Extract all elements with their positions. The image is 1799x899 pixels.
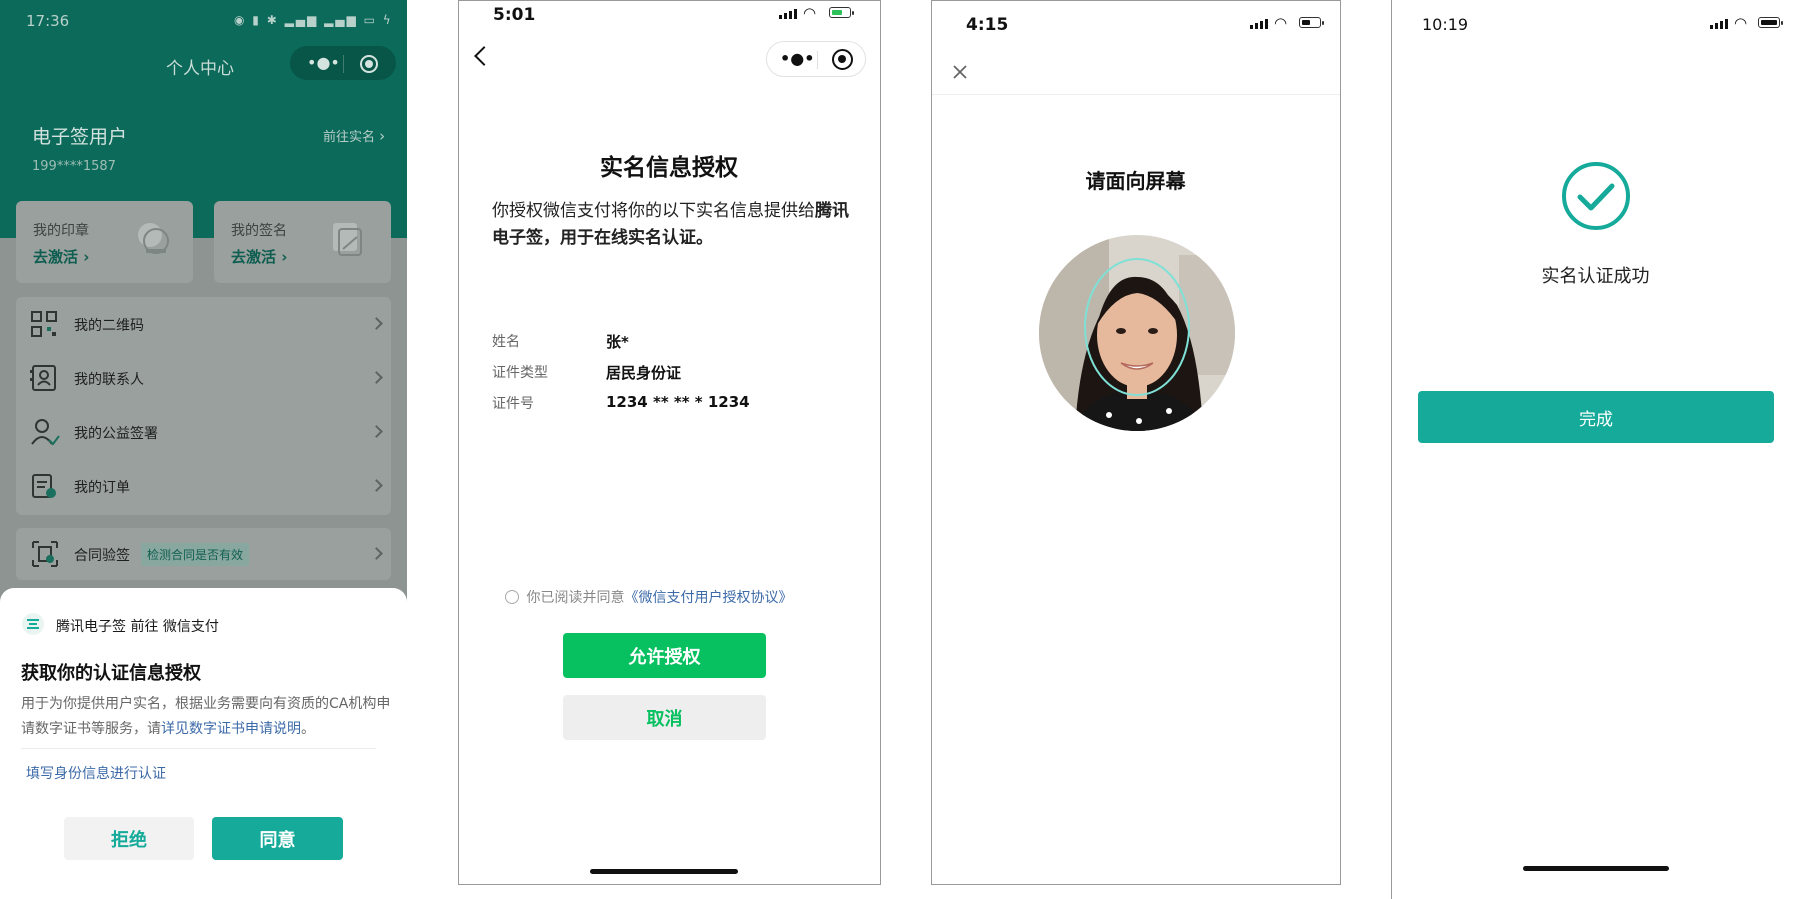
wifi-icon: ◠: [1274, 14, 1288, 32]
menu-item-orders[interactable]: 我的订单: [16, 459, 391, 513]
cert-info-link[interactable]: 详见数字证书申请说明: [161, 721, 301, 737]
screen-verify-success: 10:19 ◠ 实名认证成功 完成: [1391, 0, 1799, 899]
divider: [817, 51, 818, 69]
home-indicator: [590, 869, 738, 874]
allow-auth-button[interactable]: 允许授权: [563, 633, 766, 678]
divider: [932, 94, 1340, 95]
wifi-icon: ◠: [1734, 14, 1748, 32]
field-value: 1234 ** ** * 1234: [606, 393, 750, 411]
menu-item-qrcode[interactable]: 我的二维码: [16, 297, 391, 351]
menu-label: 我的二维码: [74, 318, 144, 334]
field-label: 证件号: [492, 396, 534, 412]
agree-button[interactable]: 同意: [212, 817, 343, 860]
chevron-right-icon: [370, 547, 383, 560]
field-label: 姓名: [492, 334, 520, 350]
status-time: 17:36: [26, 12, 70, 30]
more-icon[interactable]: •●•: [307, 53, 340, 72]
home-indicator: [1523, 866, 1669, 871]
wifi-icon: ◠: [803, 4, 817, 22]
signature-icon: [333, 223, 362, 256]
status-icons: ◉ ▮ ✱ ▂▄▆ ▂▄▆ ▭ ϟ: [234, 13, 393, 27]
battery-icon: [829, 7, 854, 18]
go-verify-link[interactable]: 前往实名 ›: [323, 126, 385, 145]
status-time: 5:01: [493, 5, 536, 25]
charity-sign-icon: [31, 419, 60, 446]
qrcode-icon: [31, 311, 57, 337]
menu-list: 我的二维码 我的联系人 我的公益签署 我的订单: [16, 297, 391, 515]
manual-verify-link[interactable]: 填写身份信息进行认证: [26, 763, 166, 783]
agreement-link[interactable]: 《微信支付用户授权协议》: [624, 590, 792, 606]
chevron-right-icon: [370, 317, 383, 330]
user-phone: 199****1587: [32, 159, 116, 174]
menu-item-contacts[interactable]: 我的联系人: [16, 351, 391, 405]
miniapp-capsule[interactable]: •●•: [290, 46, 396, 80]
contract-check-label: 合同验签: [74, 548, 130, 564]
field-value: 居民身份证: [606, 364, 682, 382]
menu-label: 我的联系人: [74, 372, 144, 388]
check-icon: [1562, 162, 1630, 230]
screen-personal-center: 17:36 ◉ ▮ ✱ ▂▄▆ ▂▄▆ ▭ ϟ 个人中心 •●• 电子签用户 前…: [0, 0, 407, 899]
contract-check-tag: 检测合同是否有效: [141, 543, 250, 566]
cancel-button[interactable]: 取消: [563, 695, 766, 740]
menu-label: 我的公益签署: [74, 426, 158, 442]
screen-face-verify: 4:15 ◠ 请面向屏幕: [931, 0, 1341, 885]
status-bar: 4:15 ◠: [932, 1, 1340, 45]
auth-bottom-sheet: 腾讯电子签 前往 微信支付 获取你的认证信息授权 用于为你提供用户实名，根据业务…: [0, 588, 407, 899]
agreement-row: 你已阅读并同意《微信支付用户授权协议》: [505, 587, 792, 607]
more-icon[interactable]: •●•: [780, 49, 814, 68]
success-text: 实名认证成功: [1541, 266, 1650, 287]
tencent-esign-logo-icon: [22, 613, 44, 635]
face-camera-view: [1039, 235, 1235, 431]
signal-icon: [779, 9, 797, 19]
face-prompt: 请面向屏幕: [1085, 169, 1186, 193]
contacts-icon: [30, 365, 56, 391]
agree-checkbox[interactable]: [505, 590, 519, 604]
close-miniapp-icon[interactable]: [832, 49, 853, 70]
order-icon: [32, 474, 56, 498]
status-bar: 17:36 ◉ ▮ ✱ ▂▄▆ ▂▄▆ ▭ ϟ: [0, 0, 407, 44]
close-miniapp-icon[interactable]: [360, 55, 378, 73]
sheet-app-line: 腾讯电子签 前往 微信支付: [56, 619, 219, 635]
chevron-right-icon: ›: [379, 127, 386, 145]
sheet-description: 用于为你提供用户实名，根据业务需要向有资质的CA机构申请数字证书等服务，请详见数…: [21, 696, 391, 737]
back-icon[interactable]: [474, 46, 494, 66]
signal-icon: [1250, 19, 1268, 29]
auth-description: 你授权微信支付将你的以下实名信息提供给腾讯电子签，用于在线实名认证。: [492, 201, 849, 248]
chevron-right-icon: [370, 479, 383, 492]
close-icon[interactable]: [952, 64, 968, 80]
card-title: 我的印章: [33, 223, 89, 239]
field-label: 证件类型: [492, 365, 548, 381]
seal-icon: [138, 223, 169, 254]
menu-item-charity-sign[interactable]: 我的公益签署: [16, 405, 391, 459]
battery-icon: [1758, 17, 1783, 28]
go-verify-label: 前往实名: [323, 130, 376, 145]
card-my-signature[interactable]: 我的签名 去激活 ›: [214, 201, 391, 283]
chevron-right-icon: [370, 425, 383, 438]
nav-title: 个人中心: [166, 59, 234, 79]
status-time: 10:19: [1422, 15, 1469, 34]
menu-label: 我的订单: [74, 480, 130, 496]
screen-auth-info: 5:01 ◠ •●• 实名信息授权 你授权微信支付将你的以下实名信息提供给腾讯电…: [458, 0, 881, 885]
sheet-title: 获取你的认证信息授权: [21, 663, 201, 684]
field-value: 张*: [606, 333, 629, 351]
contract-check-icon: [32, 541, 58, 567]
miniapp-capsule[interactable]: •●•: [766, 41, 866, 77]
divider: [343, 55, 344, 73]
card-action: 去激活 ›: [231, 248, 288, 266]
status-bar: 5:01 ◠: [459, 1, 880, 45]
divider: [21, 748, 376, 749]
contract-check-row[interactable]: 合同验签 检测合同是否有效: [16, 528, 391, 580]
status-bar: 10:19 ◠: [1392, 0, 1799, 44]
page-title: 实名信息授权: [600, 155, 738, 181]
chevron-right-icon: [370, 371, 383, 384]
card-title: 我的签名: [231, 223, 287, 239]
card-action: 去激活 ›: [33, 248, 90, 266]
signal-icon: [1710, 19, 1728, 29]
done-button[interactable]: 完成: [1418, 391, 1774, 443]
card-my-seal[interactable]: 我的印章 去激活 ›: [16, 201, 193, 283]
status-time: 4:15: [966, 15, 1009, 35]
user-name: 电子签用户: [32, 126, 128, 148]
reject-button[interactable]: 拒绝: [64, 817, 194, 860]
battery-icon: [1299, 17, 1324, 28]
